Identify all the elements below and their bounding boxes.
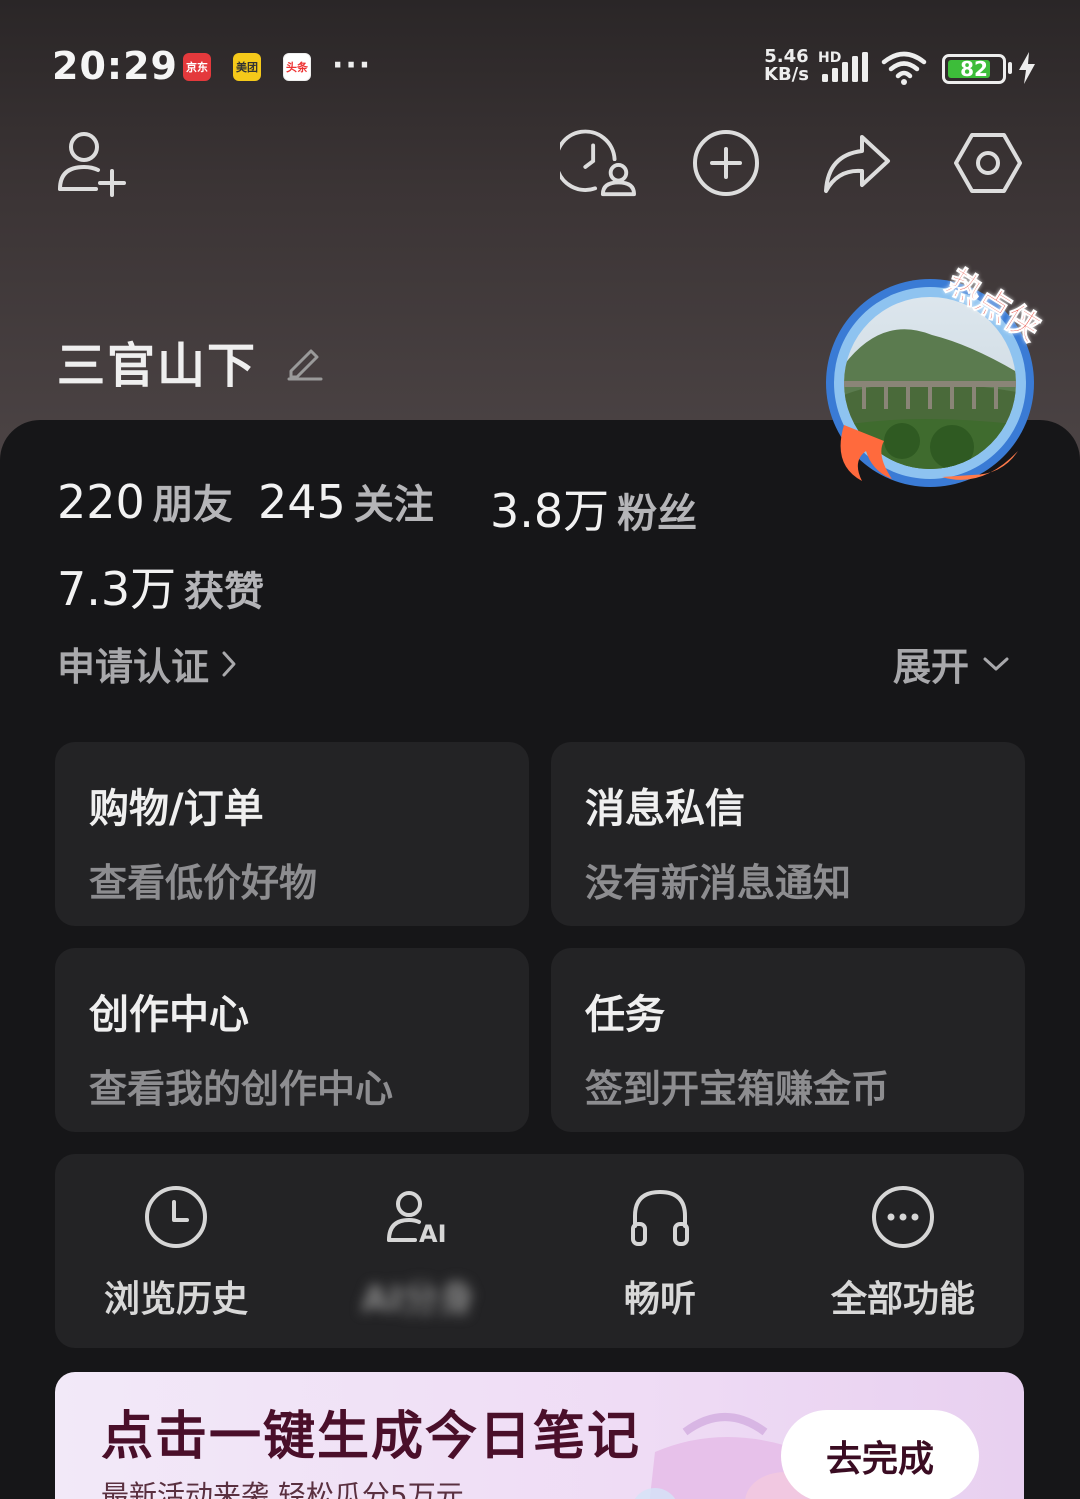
stat-friends-value: 220 [57, 475, 145, 529]
wifi-icon [881, 51, 927, 85]
stat-friends[interactable]: 220 朋友 [57, 472, 233, 530]
more-notifications-icon: ··· [332, 48, 373, 83]
status-bar: 20:29 京东 美团 头条 ··· 5.46 KB/s HD 82 [0, 0, 1080, 130]
add-friend-button[interactable] [52, 125, 128, 201]
username: 三官山下 [57, 338, 258, 394]
card-tasks[interactable]: 任务 签到开宝箱赚金币 [551, 948, 1025, 1132]
expand-label: 展开 [893, 645, 970, 689]
func-listen[interactable]: 畅听 [539, 1154, 781, 1348]
toutiao-app-icon: 头条 [283, 53, 311, 81]
card-title: 消息私信 [585, 786, 745, 832]
func-label: 全部功能 [830, 1279, 975, 1320]
card-title: 创作中心 [89, 992, 249, 1038]
signal-icon [822, 52, 868, 82]
card-title: 购物/订单 [89, 786, 264, 832]
ai-person-icon: AI [387, 1191, 447, 1248]
create-button[interactable] [688, 125, 764, 201]
stat-likes-value: 7.3万 [57, 562, 177, 616]
more-circle-icon [872, 1186, 934, 1248]
function-bar: 浏览历史 AI AI分身 畅听 全部功能 [55, 1154, 1024, 1348]
meituan-app-icon: 美团 [233, 53, 261, 81]
stat-following[interactable]: 245 关注 [258, 472, 434, 530]
promo-banner[interactable]: 点击一键生成今日笔记 最新活动来袭 轻松瓜分5万元 去完成 [55, 1372, 1024, 1499]
card-shopping-orders[interactable]: 购物/订单 查看低价好物 [55, 742, 529, 926]
expand-button[interactable]: 展开 [893, 636, 1011, 691]
stat-following-label: 关注 [353, 482, 434, 528]
username-row: 三官山下 [57, 326, 325, 396]
stat-friends-label: 朋友 [152, 482, 233, 528]
add-friend-icon [58, 132, 126, 197]
card-subtitle: 查看低价好物 [89, 861, 318, 905]
visitor-history-button[interactable] [560, 125, 636, 201]
headphones-icon [631, 1189, 689, 1246]
stat-fans-label: 粉丝 [617, 491, 698, 537]
chevron-down-icon [983, 657, 1009, 670]
func-label: 浏览历史 [103, 1279, 248, 1320]
chevron-right-icon [222, 651, 236, 676]
clock-icon [145, 1186, 207, 1248]
charging-bolt-icon [1019, 52, 1035, 84]
visitor-clock-icon [560, 129, 636, 197]
settings-button[interactable] [950, 125, 1026, 201]
card-creator-center[interactable]: 创作中心 查看我的创作中心 [55, 948, 529, 1132]
plus-circle-icon [693, 130, 759, 196]
card-subtitle: 查看我的创作中心 [89, 1067, 394, 1111]
stat-likes-label: 获赞 [184, 569, 265, 615]
share-arrow-icon [824, 135, 890, 193]
func-browse-history[interactable]: 浏览历史 [55, 1154, 297, 1348]
jd-app-icon: 京东 [183, 53, 211, 81]
battery-tip [1008, 62, 1012, 74]
battery-indicator: 82 [942, 54, 1006, 84]
card-messages[interactable]: 消息私信 没有新消息通知 [551, 742, 1025, 926]
go-complete-button[interactable]: 去完成 [781, 1410, 979, 1499]
card-subtitle: 签到开宝箱赚金币 [585, 1067, 890, 1111]
status-time: 20:29 [52, 44, 178, 88]
func-label: AI分身 [361, 1279, 475, 1320]
svg-text:AI: AI [419, 1220, 447, 1248]
func-all-features[interactable]: 全部功能 [782, 1154, 1024, 1348]
func-label: 畅听 [623, 1279, 696, 1320]
apply-certification-label: 申请认证 [57, 645, 210, 689]
banner-title: 点击一键生成今日笔记 [101, 1407, 642, 1467]
card-title: 任务 [585, 992, 665, 1038]
banner-subtitle: 最新活动来袭 轻松瓜分5万元 [101, 1479, 464, 1499]
stat-likes[interactable]: 7.3万 获赞 [57, 553, 264, 619]
net-speed-unit: KB/s [764, 64, 809, 85]
stat-following-value: 245 [258, 475, 346, 529]
stat-fans[interactable]: 3.8万 粉丝 [490, 475, 697, 541]
share-button[interactable] [818, 125, 894, 201]
apply-certification-link[interactable]: 申请认证 [57, 636, 237, 691]
edit-name-icon[interactable] [285, 341, 325, 381]
stat-fans-value: 3.8万 [490, 484, 610, 538]
settings-hexagon-icon [954, 133, 1022, 193]
func-ai-avatar[interactable]: AI AI分身 [297, 1154, 539, 1348]
battery-level-label: 82 [960, 57, 988, 81]
card-subtitle: 没有新消息通知 [585, 861, 852, 905]
net-speed: 5.46 KB/s [764, 48, 809, 84]
